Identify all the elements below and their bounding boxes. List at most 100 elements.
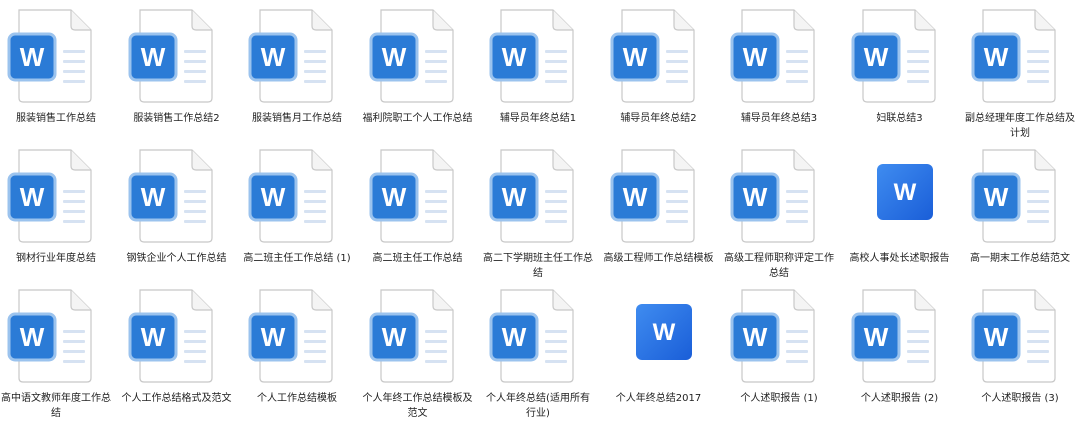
file-name: 个人述职报告 (2) bbox=[860, 393, 939, 404]
file-name: 高一期末工作总结范文 bbox=[970, 253, 1070, 264]
file-item[interactable]: W 个人述职报告 (2) bbox=[844, 284, 956, 422]
svg-text:W: W bbox=[20, 42, 45, 72]
svg-text:W: W bbox=[140, 182, 165, 212]
svg-text:W: W bbox=[863, 322, 888, 352]
file-item[interactable]: W 个人述职报告 (1) bbox=[723, 284, 835, 422]
word-doc-icon: W bbox=[482, 284, 594, 384]
svg-text:W: W bbox=[863, 42, 888, 72]
file-name: 辅导员年终总结2 bbox=[620, 113, 697, 124]
file-item[interactable]: W 高二班主任工作总结 bbox=[362, 144, 474, 282]
word-doc-icon: W bbox=[362, 4, 474, 104]
svg-text:W: W bbox=[381, 322, 406, 352]
file-item[interactable]: W 服装销售工作总结 bbox=[0, 4, 112, 142]
file-item[interactable]: W 个人年终工作总结模板及范文 bbox=[362, 284, 474, 422]
file-item[interactable]: W 高一期末工作总结范文 bbox=[964, 144, 1076, 282]
file-name: 个人年终总结2017 bbox=[615, 393, 702, 404]
file-name: 辅导员年终总结1 bbox=[499, 113, 577, 124]
file-item[interactable]: W 高二下学期班主任工作总结 bbox=[482, 144, 594, 282]
file-name: 服装销售月工作总结 bbox=[252, 113, 342, 124]
file-name: 高级工程师工作总结模板 bbox=[603, 253, 714, 264]
svg-text:W: W bbox=[381, 42, 406, 72]
file-item[interactable]: W 个人年终总结(适用所有行业) bbox=[482, 284, 594, 422]
file-item[interactable]: W 钢材行业年度总结 bbox=[0, 144, 112, 282]
word-doc-icon: W bbox=[482, 144, 594, 244]
file-item[interactable]: W 个人年终总结2017 bbox=[603, 284, 715, 422]
svg-text:W: W bbox=[502, 42, 527, 72]
file-name: 高二下学期班主任工作总结 bbox=[483, 253, 593, 279]
svg-text:W: W bbox=[261, 182, 286, 212]
file-item[interactable]: W 钢铁企业个人工作总结 bbox=[121, 144, 233, 282]
svg-text:W: W bbox=[261, 42, 286, 72]
word-doc-icon: W bbox=[964, 4, 1076, 104]
svg-text:W: W bbox=[140, 322, 165, 352]
word-doc-icon: W bbox=[0, 144, 112, 244]
word-doc-icon: W bbox=[0, 4, 112, 104]
word-tile-icon: W bbox=[603, 284, 715, 384]
file-name: 个人述职报告 (1) bbox=[740, 393, 818, 404]
file-name: 妇联总结3 bbox=[876, 113, 923, 124]
word-doc-icon: W bbox=[964, 284, 1076, 384]
word-doc-icon: W bbox=[603, 144, 715, 244]
file-item[interactable]: W 辅导员年终总结1 bbox=[482, 4, 594, 142]
file-name: 个人工作总结格式及范文 bbox=[121, 393, 232, 404]
word-doc-icon: W bbox=[362, 284, 474, 384]
file-item[interactable]: W 高级工程师职称评定工作总结 bbox=[723, 144, 835, 282]
svg-text:W: W bbox=[652, 319, 675, 346]
word-doc-icon: W bbox=[121, 284, 233, 384]
word-doc-icon: W bbox=[723, 284, 835, 384]
file-name: 高级工程师职称评定工作总结 bbox=[724, 253, 834, 279]
file-name: 服装销售工作总结2 bbox=[133, 113, 220, 124]
file-item[interactable]: W 副总经理年度工作总结及计划 bbox=[964, 4, 1076, 142]
file-item[interactable]: W 福利院职工个人工作总结 bbox=[362, 4, 474, 142]
file-item[interactable]: W 高校人事处长述职报告 bbox=[844, 144, 956, 282]
file-name: 福利院职工个人工作总结 bbox=[362, 113, 473, 124]
file-item[interactable]: W 服装销售工作总结2 bbox=[121, 4, 233, 142]
svg-text:W: W bbox=[140, 42, 165, 72]
word-doc-icon: W bbox=[241, 284, 353, 384]
file-name: 个人述职报告 (3) bbox=[981, 393, 1059, 404]
svg-text:W: W bbox=[502, 182, 527, 212]
word-doc-icon: W bbox=[844, 4, 956, 104]
svg-text:W: W bbox=[20, 322, 45, 352]
svg-text:W: W bbox=[984, 42, 1009, 72]
file-item[interactable]: W 高级工程师工作总结模板 bbox=[603, 144, 715, 282]
word-doc-icon: W bbox=[603, 4, 715, 104]
svg-text:W: W bbox=[984, 322, 1009, 352]
word-doc-icon: W bbox=[0, 284, 112, 384]
word-doc-icon: W bbox=[844, 284, 956, 384]
file-name: 高校人事处长述职报告 bbox=[849, 253, 950, 264]
word-doc-icon: W bbox=[723, 4, 835, 104]
file-grid: W 服装销售工作总结 W 服装销售工作总结2 W 服装销售月工作总结 W 福利院职工个人工作总… bbox=[0, 0, 1080, 426]
svg-text:W: W bbox=[502, 322, 527, 352]
file-name: 高二班主任工作总结 bbox=[372, 253, 463, 264]
word-doc-icon: W bbox=[241, 144, 353, 244]
file-item[interactable]: W 高中语文教师年度工作总结 bbox=[0, 284, 112, 422]
file-name: 个人年终工作总结模板及范文 bbox=[362, 393, 473, 419]
svg-text:W: W bbox=[893, 179, 916, 206]
file-item[interactable]: W 高二班主任工作总结 (1) bbox=[241, 144, 353, 282]
file-name: 高二班主任工作总结 (1) bbox=[243, 253, 351, 264]
file-item[interactable]: W 妇联总结3 bbox=[844, 4, 956, 142]
file-item[interactable]: W 个人工作总结模板 bbox=[241, 284, 353, 422]
svg-text:W: W bbox=[381, 182, 406, 212]
file-name: 钢铁企业个人工作总结 bbox=[126, 253, 227, 264]
file-name: 辅导员年终总结3 bbox=[740, 113, 818, 124]
word-tile-icon: W bbox=[844, 144, 956, 244]
file-item[interactable]: W 个人工作总结格式及范文 bbox=[121, 284, 233, 422]
file-item[interactable]: W 服装销售月工作总结 bbox=[241, 4, 353, 142]
file-item[interactable]: W 辅导员年终总结2 bbox=[603, 4, 715, 142]
svg-text:W: W bbox=[984, 182, 1009, 212]
file-name: 高中语文教师年度工作总结 bbox=[1, 393, 111, 419]
file-item[interactable]: W 个人述职报告 (3) bbox=[964, 284, 1076, 422]
file-name: 钢材行业年度总结 bbox=[16, 253, 96, 264]
file-name: 个人工作总结模板 bbox=[257, 393, 337, 404]
svg-text:W: W bbox=[743, 322, 768, 352]
word-doc-icon: W bbox=[362, 144, 474, 244]
svg-text:W: W bbox=[622, 42, 647, 72]
file-name: 个人年终总结(适用所有行业) bbox=[486, 393, 590, 419]
svg-text:W: W bbox=[20, 182, 45, 212]
word-doc-icon: W bbox=[121, 144, 233, 244]
word-doc-icon: W bbox=[241, 4, 353, 104]
file-name: 服装销售工作总结 bbox=[16, 113, 96, 124]
file-item[interactable]: W 辅导员年终总结3 bbox=[723, 4, 835, 142]
